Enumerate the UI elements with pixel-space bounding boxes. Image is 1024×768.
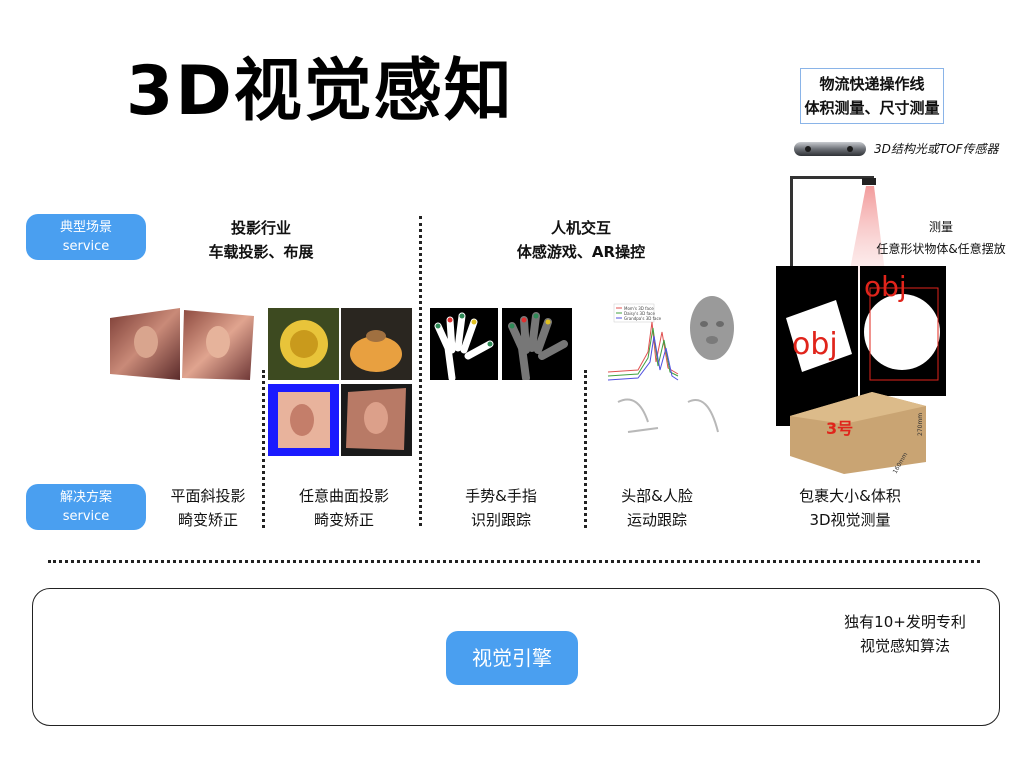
category-hci: 人机交互 体感游戏、AR操控 — [496, 216, 666, 264]
hand-gesture-image — [430, 308, 572, 380]
sensor-device-image — [792, 136, 868, 162]
obj-label-left: obj — [792, 327, 838, 362]
logistics-line1: 物流快递操作线 — [819, 75, 925, 93]
solution-face-line2: 运动跟踪 — [626, 511, 687, 529]
curved-projection-image — [268, 308, 412, 456]
solution-pill-line2: service — [62, 509, 110, 524]
logistics-line2: 体积测量、尺寸测量 — [804, 99, 940, 117]
solution-package-line1: 包裹大小&体积 — [799, 487, 901, 505]
box-number: 3号 — [826, 419, 853, 438]
solution-face-line1: 头部&人脸 — [621, 487, 693, 505]
engine-note: 独有10+发明专利 视觉感知算法 — [830, 610, 980, 658]
scenario-pill-line2: service — [62, 239, 110, 254]
solution-curved-line2: 畸变矫正 — [313, 511, 374, 529]
solution-package-line2: 3D视觉测量 — [809, 511, 891, 529]
scenario-pill: 典型场景 service — [26, 214, 146, 260]
category-hci-line1: 人机交互 — [550, 219, 611, 237]
divider-main — [419, 216, 422, 526]
divider-hci — [584, 370, 587, 528]
solution-gesture-line1: 手势&手指 — [465, 487, 537, 505]
obj-label-right: obj — [864, 270, 907, 303]
category-projection: 投影行业 车载投影、布展 — [186, 216, 336, 264]
engine-note-line1: 独有10+发明专利 — [844, 613, 966, 631]
engine-note-line2: 视觉感知算法 — [859, 637, 950, 655]
solution-pill-line1: 解决方案 — [59, 490, 112, 505]
measure-label: 测量 任意形状物体&任意摆放 — [866, 218, 1016, 258]
scenario-pill-line1: 典型场景 — [59, 220, 112, 235]
page-title: 3D视觉感知 — [126, 52, 514, 131]
category-projection-line1: 投影行业 — [230, 219, 291, 237]
category-projection-line2: 车载投影、布展 — [208, 243, 314, 261]
legend-grandpa: Grandpa's 3D face — [624, 316, 662, 321]
vision-engine-button[interactable]: 视觉引擎 — [446, 631, 578, 685]
solution-curved: 任意曲面投影 畸变矫正 — [270, 484, 418, 532]
solution-gesture-line2: 识别跟踪 — [470, 511, 531, 529]
solution-planar-line2: 畸变矫正 — [177, 511, 238, 529]
solution-planar: 平面斜投影 畸变矫正 — [150, 484, 266, 532]
package-measure-image: obj obj 3号 270mm 160mm — [776, 266, 946, 476]
box-dim-height: 270mm — [917, 413, 924, 436]
section-separator — [48, 560, 980, 563]
measure-line2: 任意形状物体&任意摆放 — [876, 242, 1006, 256]
planar-projection-image — [110, 308, 254, 380]
sensor-label: 3D结构光或TOF传感器 — [874, 142, 999, 156]
measure-line1: 测量 — [928, 220, 953, 234]
category-hci-line2: 体感游戏、AR操控 — [516, 243, 646, 261]
solution-package: 包裹大小&体积 3D视觉测量 — [772, 484, 928, 532]
solution-face: 头部&人脸 运动跟踪 — [592, 484, 722, 532]
solution-planar-line1: 平面斜投影 — [170, 487, 246, 505]
logistics-box: 物流快递操作线 体积测量、尺寸测量 — [800, 68, 944, 124]
solution-pill: 解决方案 service — [26, 484, 146, 530]
face-tracking-image: Mom's 3D face Daisy's 3D face Grandpa's … — [598, 292, 742, 440]
solution-gesture: 手势&手指 识别跟踪 — [436, 484, 566, 532]
solution-curved-line1: 任意曲面投影 — [298, 487, 389, 505]
